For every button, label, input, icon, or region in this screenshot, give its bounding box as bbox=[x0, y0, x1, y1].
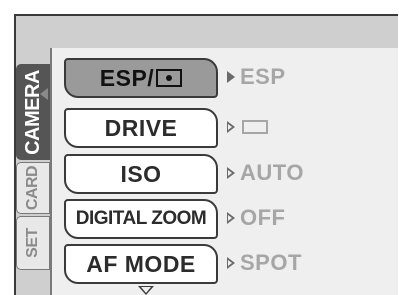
esp-value: ESP bbox=[240, 64, 286, 89]
drive-button[interactable]: DRIVE bbox=[64, 108, 218, 148]
value-arrow-icon bbox=[227, 167, 235, 179]
side-tab-bar: CAMERA CARD SET bbox=[16, 50, 50, 295]
spot-metering-icon bbox=[156, 69, 183, 87]
tab-card-label: CARD bbox=[24, 165, 41, 211]
value-arrow-icon bbox=[227, 121, 235, 133]
iso-value: AUTO bbox=[240, 160, 304, 185]
esp-spot-label: ESP/ bbox=[99, 64, 155, 91]
tab-set[interactable]: SET bbox=[16, 216, 50, 270]
af-mode-button[interactable]: AF MODE bbox=[64, 244, 218, 284]
digital-zoom-value: OFF bbox=[240, 205, 286, 230]
af-mode-label: AF MODE bbox=[86, 250, 196, 277]
single-frame-icon bbox=[242, 120, 268, 134]
value-arrow-icon bbox=[227, 71, 235, 83]
camera-menu-panel: ESP/ ESP DRIVE ISO AUTO DIGITAL ZOOM OFF… bbox=[50, 48, 398, 295]
tab-camera[interactable]: CAMERA bbox=[16, 64, 50, 160]
value-arrow-icon bbox=[227, 257, 235, 269]
digital-zoom-button[interactable]: DIGITAL ZOOM bbox=[64, 199, 218, 239]
drive-label: DRIVE bbox=[104, 114, 178, 141]
af-mode-value: SPOT bbox=[240, 250, 302, 275]
value-arrow-icon bbox=[227, 212, 235, 224]
digital-zoom-label: DIGITAL ZOOM bbox=[75, 208, 207, 229]
iso-label: ISO bbox=[120, 160, 162, 187]
tab-card[interactable]: CARD bbox=[16, 162, 50, 214]
tab-camera-label: CAMERA bbox=[21, 69, 44, 155]
iso-button[interactable]: ISO bbox=[64, 154, 218, 194]
scroll-down-caret-icon[interactable] bbox=[138, 286, 154, 295]
active-tab-caret-icon bbox=[40, 88, 48, 100]
tab-set-label: SET bbox=[24, 228, 41, 258]
esp-spot-button[interactable]: ESP/ bbox=[64, 58, 218, 98]
